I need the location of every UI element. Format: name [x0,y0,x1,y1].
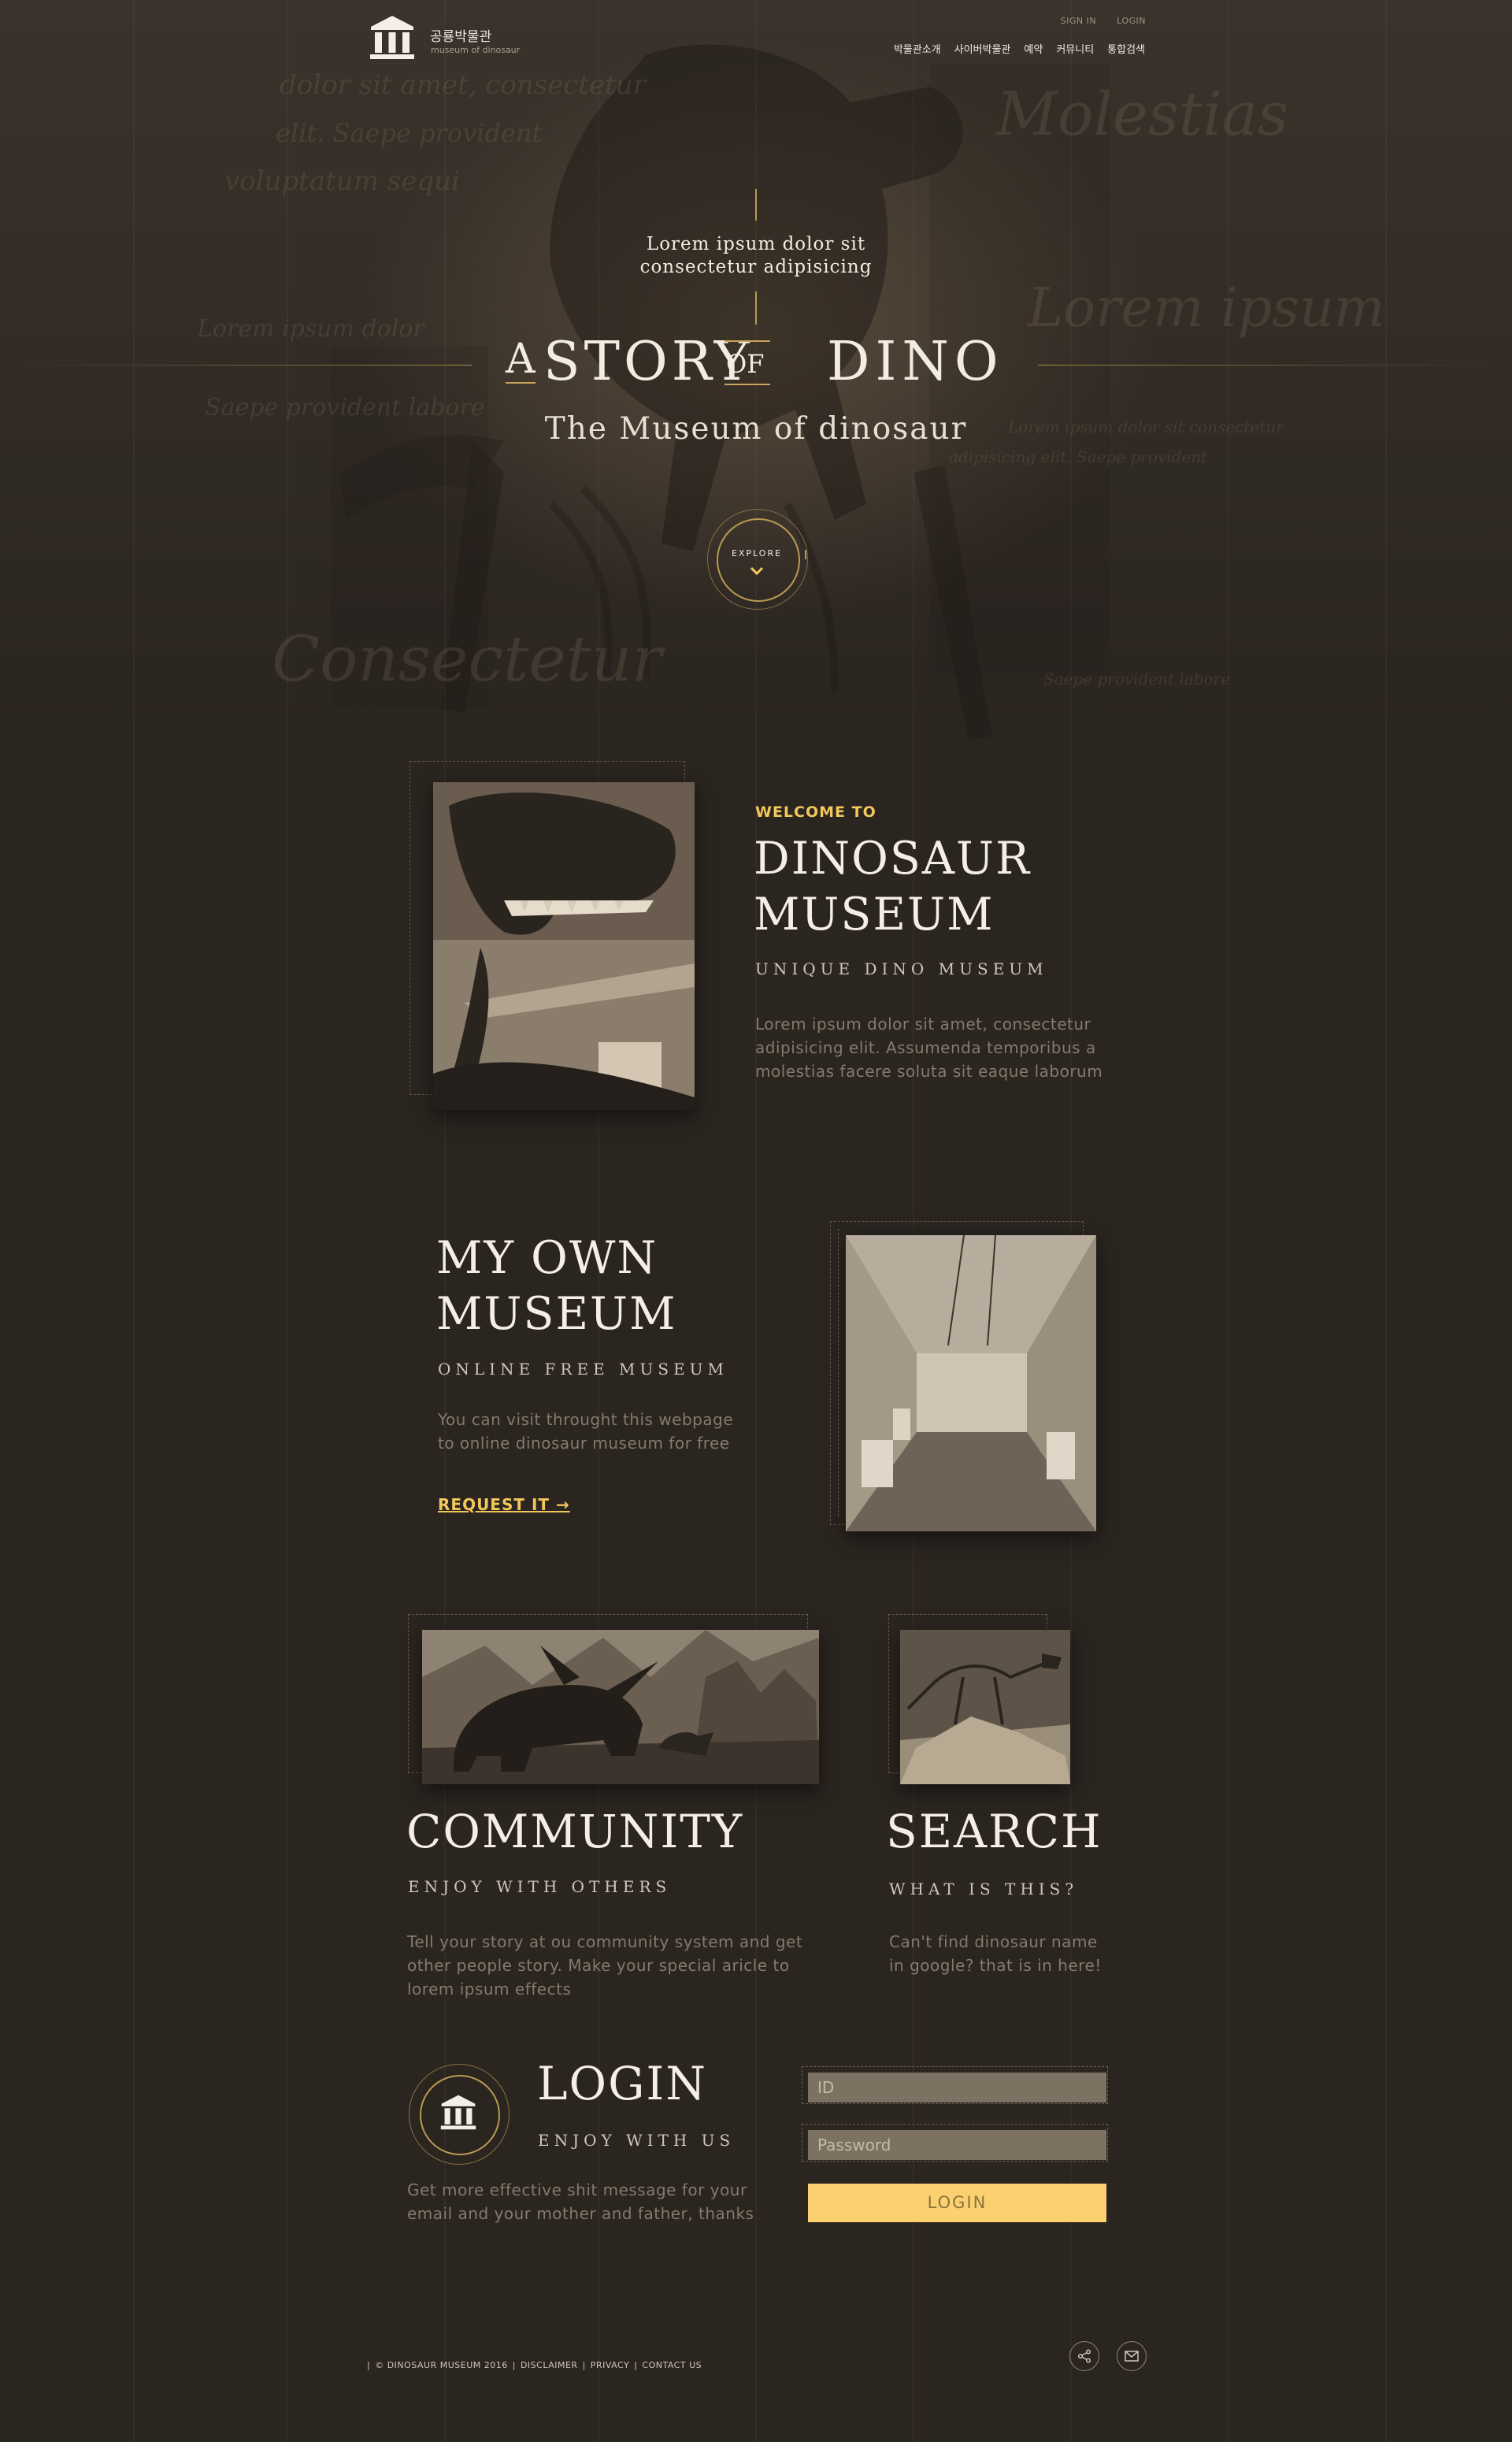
my-museum-title-line: MUSEUM [436,1288,677,1340]
logo-title[interactable]: 공룡박물관 [430,25,491,45]
search-body-line: in google? that is in here! [889,1956,1102,1975]
login-body: Get more effective shit message for your… [407,2178,754,2225]
login-title: LOGIN [537,2057,708,2110]
hero-script-text: adipisicing elit. Saepe provident [949,447,1208,466]
id-input[interactable] [808,2073,1106,2102]
welcome-eyebrow: WELCOME TO [755,803,876,821]
copyright: © DINOSAUR MUSEUM 2016 [375,2360,508,2370]
welcome-title-line: MUSEUM [754,889,995,941]
welcome-subtitle: UNIQUE DINO MUSEUM [755,959,1048,978]
search-subtitle: WHAT IS THIS? [889,1880,1079,1898]
hero-subtitle: The Museum of dinosaur [544,411,968,447]
hero-lead-line: consectetur adipisicing [639,257,873,277]
chevron-down-icon [750,566,764,576]
logo-subtitle: museum of dinosaur [431,45,521,55]
title-underline [506,382,536,384]
search-title: SEARCH [886,1805,1102,1858]
welcome-body-line: molestias facere soluta sit eaque laboru… [755,1062,1103,1081]
hero-script-text: elit. Saepe provident [276,118,543,148]
title-overline [724,340,770,342]
main-nav: 박물관소개 사이버박물관 예약 커뮤니티 통합검색 [894,41,1145,56]
museum-icon[interactable] [369,14,416,60]
hero-script-text: Consectetur [272,622,662,696]
skeleton-photo [900,1630,1070,1784]
community-subtitle: ENJOY WITH OTHERS [408,1877,672,1896]
community-body-line: lorem ipsum effects [407,1980,572,1999]
login-body-line: email and your mother and father, thanks [407,2204,754,2223]
title-story: STORY [543,331,754,393]
divider-line [755,189,757,221]
sign-in-link[interactable]: SIGN IN [1061,16,1096,26]
hero-lead-line: Lorem ipsum dolor sit [646,234,866,254]
welcome-title-line: DINOSAUR [754,833,1031,885]
login-body-line: Get more effective shit message for your [407,2180,747,2199]
share-button[interactable] [1069,2341,1099,2371]
mail-icon [1125,2351,1139,2362]
share-icon [1077,2349,1091,2363]
museum-icon [440,2095,476,2130]
welcome-title: DINOSAUR MUSEUM [754,831,1031,943]
title-of: OF [726,349,765,379]
login-button[interactable]: LOGIN [808,2184,1106,2222]
top-links: SIGN IN LOGIN [1061,16,1146,26]
login-link[interactable]: LOGIN [1117,16,1146,26]
explore-tick [805,550,806,559]
title-underline [724,384,770,385]
nav-item-community[interactable]: 커뮤니티 [1056,41,1094,56]
explore-button[interactable] [717,518,800,602]
nav-item-cyber-museum[interactable]: 사이버박물관 [954,41,1011,56]
mail-button[interactable] [1117,2341,1147,2371]
community-title: COMMUNITY [406,1805,744,1858]
hero-script-text: voluptatum sequi [224,165,460,197]
hero-script-text: Saepe provident labore [1043,670,1231,688]
title-a: A [506,336,536,383]
gallery-photo [846,1235,1096,1531]
hero-script-text: dolor sit amet, consectetur [280,69,646,101]
my-museum-subtitle: ONLINE FREE MUSEUM [438,1360,728,1379]
nav-item-about[interactable]: 박물관소개 [894,41,941,56]
nav-item-reservation[interactable]: 예약 [1024,41,1043,56]
login-subtitle: ENJOY WITH US [538,2131,736,2150]
community-body: Tell your story at ou community system a… [407,1930,802,2001]
disclaimer-link[interactable]: DISCLAIMER [521,2360,578,2370]
search-body-line: Can't find dinosaur name [889,1932,1098,1951]
footer-separator: | [367,2360,371,2370]
divider-line [755,291,757,325]
welcome-body-line: Lorem ipsum dolor sit amet, consectetur [755,1015,1091,1034]
footer-separator: | [512,2360,516,2370]
title-rule-left [24,365,472,366]
request-it-link[interactable]: REQUEST IT → [438,1495,570,1514]
hero-script-text: Lorem ipsum dolor [197,315,424,343]
search-body: Can't find dinosaur name in google? that… [889,1930,1102,1977]
my-museum-title: MY OWN MUSEUM [436,1230,676,1342]
hero-script-text: Molestias [996,79,1289,149]
triceratops-photo [422,1630,819,1784]
my-museum-body-line: You can visit throught this webpage [438,1410,734,1429]
footer-separator: | [634,2360,638,2370]
trex-photo [433,782,695,1110]
ruler-line [838,1229,839,1516]
welcome-body: Lorem ipsum dolor sit amet, consectetur … [755,1012,1102,1083]
password-input[interactable] [808,2130,1106,2160]
community-body-line: Tell your story at ou community system a… [407,1932,803,1951]
explore-label: EXPLORE [731,548,783,559]
community-body-line: other people story. Make your special ar… [407,1956,790,1975]
hero-lead: Lorem ipsum dolor sit consectetur adipis… [598,233,914,279]
my-museum-title-line: MY OWN [436,1232,658,1284]
footer-links: | © DINOSAUR MUSEUM 2016 | DISCLAIMER | … [367,2360,702,2370]
nav-item-search[interactable]: 통합검색 [1107,41,1145,56]
contact-us-link[interactable]: CONTACT US [642,2360,702,2370]
footer-separator: | [582,2360,586,2370]
title-rule-right [1038,365,1487,366]
welcome-body-line: adipisicing elit. Assumenda temporibus a [755,1038,1096,1057]
hero-script-text: Lorem ipsum [1028,277,1385,340]
my-museum-body-line: to online dinosaur museum for free [438,1434,730,1453]
my-museum-body: You can visit throught this webpage to o… [438,1408,733,1455]
privacy-link[interactable]: PRIVACY [591,2360,629,2370]
title-dino: DINO [827,331,1004,393]
